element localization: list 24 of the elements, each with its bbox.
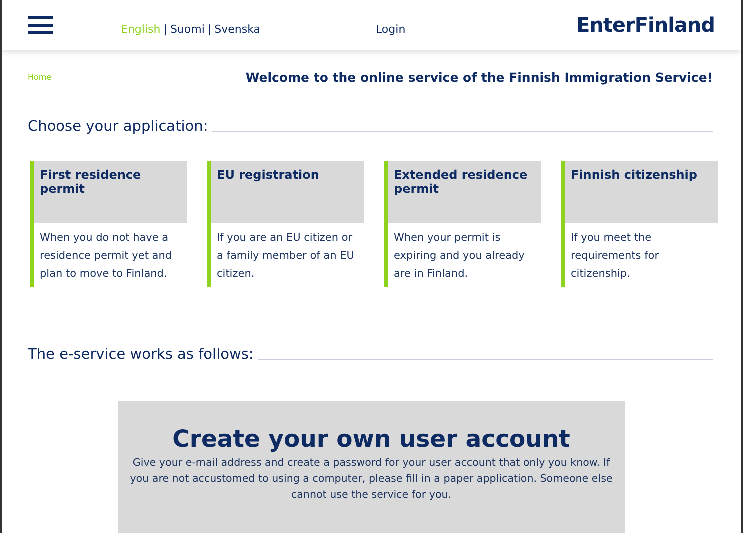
application-card[interactable]: First residence permit When you do not have a residence permit yet and plan to move to Finland. <box>30 161 187 287</box>
separator: | <box>164 22 168 36</box>
card-description: When your permit is expiring and you already are in Finland. <box>393 231 526 282</box>
language-link[interactable]: Svenska <box>214 22 261 36</box>
card-title: First residence permit <box>34 161 187 223</box>
menu-icon[interactable] <box>28 16 53 34</box>
language-link[interactable]: Suomi <box>170 22 205 36</box>
step-title: Create your own user account <box>172 425 572 453</box>
card-description: If you are an EU citizen or a family member of an EU citizen. <box>216 231 356 282</box>
application-card[interactable]: Extended residence permit When your permit is expiring and you already are in Finland. <box>384 161 541 287</box>
welcome-heading: Welcome to the online service of the Finnish Immigration Service! <box>246 70 713 85</box>
section-heading: The e-service works as follows: <box>28 347 254 363</box>
card-description: If you meet the requirements for citizenship. <box>570 231 660 282</box>
login-link[interactable]: Login <box>376 22 576 36</box>
step-description: Give your e-mail address and create a password for your user account that only you know. If you are not accustomed to using a computer, please fill in a paper application. Someone else cannot use the service for you. <box>129 456 614 503</box>
card-title: Finnish citizenship <box>565 161 718 223</box>
card-title: EU registration <box>211 161 364 223</box>
separator: | <box>208 22 212 36</box>
section-heading: Choose your application: <box>28 119 208 135</box>
card-description: When you do not have a residence permit yet and plan to move to Finland. <box>39 231 174 282</box>
card-title: Extended residence permit <box>388 161 541 223</box>
logo[interactable]: EnterFinland <box>576 13 715 37</box>
application-card[interactable]: EU registration If you are an EU citizen or a family member of an EU citizen. <box>207 161 364 287</box>
application-card[interactable]: Finnish citizenship If you meet the requirements for citizenship. <box>561 161 718 287</box>
